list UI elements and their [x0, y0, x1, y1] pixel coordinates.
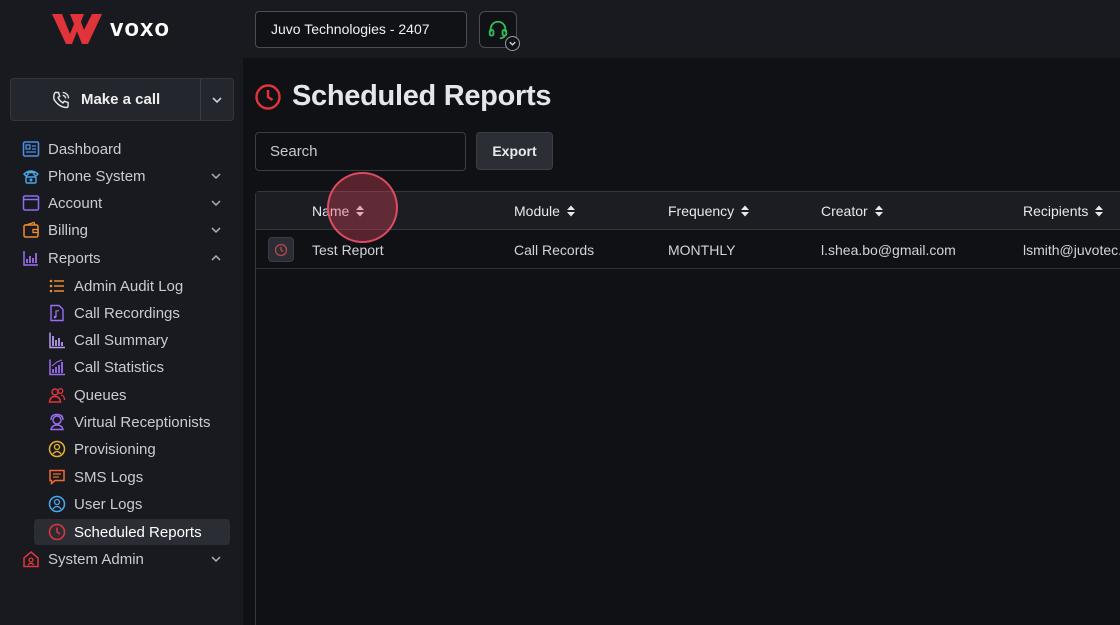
chevron-down-icon	[208, 551, 224, 567]
sidebar-item-label: Provisioning	[74, 440, 156, 458]
cell-frequency: MONTHLY	[668, 241, 736, 258]
headset-icon	[488, 20, 508, 39]
cell-recipients: lsmith@juvotec.	[1023, 241, 1120, 258]
column-header-recipients[interactable]: Recipients	[1023, 192, 1104, 230]
sort-icon[interactable]	[566, 204, 576, 218]
sidebar-item-admin-audit-log[interactable]: Admin Audit Log	[46, 273, 230, 299]
window-icon	[20, 192, 42, 214]
cell-name[interactable]: Test Report	[312, 230, 384, 269]
sidebar-item-virtual-receptionists[interactable]: Virtual Receptionists	[46, 409, 230, 435]
support-button[interactable]	[479, 11, 520, 51]
sidebar-item-dashboard[interactable]: Dashboard	[20, 136, 230, 162]
admin-house-icon	[20, 548, 42, 570]
sidebar-item-provisioning[interactable]: Provisioning	[46, 436, 230, 462]
user-circle-icon	[46, 493, 68, 515]
sidebar-item-billing[interactable]: Billing	[20, 217, 230, 243]
sidebar-item-label: Call Summary	[74, 331, 169, 349]
voxo-logo[interactable]: voxo	[50, 12, 170, 46]
reports-table: Name Module Frequency Creator Recipients…	[255, 191, 1120, 625]
wallet-icon	[20, 219, 42, 241]
sidebar-item-system-admin[interactable]: System Admin	[20, 546, 230, 572]
sidebar-item-label: Reports	[48, 249, 101, 267]
column-header-creator[interactable]: Creator	[821, 192, 884, 230]
sidebar-item-label: Account	[48, 194, 103, 212]
make-call-label: Make a call	[80, 91, 161, 108]
stats-icon	[46, 356, 68, 378]
phone-icon	[20, 165, 42, 187]
logo-text: voxo	[110, 15, 171, 42]
bar-chart-icon	[20, 247, 42, 269]
table-row[interactable]: Test Report Call Records MONTHLY l.shea.…	[256, 230, 1120, 269]
column-header-frequency[interactable]: Frequency	[668, 192, 750, 230]
sidebar-item-phone-system[interactable]: Phone System	[20, 163, 230, 189]
message-icon	[46, 466, 68, 488]
sort-icon[interactable]	[1094, 204, 1104, 218]
chevron-down-icon	[208, 168, 224, 184]
sidebar-item-label: System Admin	[48, 550, 144, 568]
provisioning-icon	[46, 438, 68, 460]
sidebar-item-label: SMS Logs	[74, 468, 144, 486]
sidebar-item-label: Call Recordings	[74, 304, 180, 322]
bars-icon	[46, 329, 68, 351]
sidebar-item-label: Call Statistics	[74, 358, 165, 376]
sidebar-item-queues[interactable]: Queues	[46, 382, 230, 408]
phone-call-icon	[53, 91, 70, 108]
sidebar-item-label: Admin Audit Log	[74, 277, 184, 295]
chevron-down-icon	[208, 195, 224, 211]
sidebar-item-user-logs[interactable]: User Logs	[46, 491, 230, 517]
search-input[interactable]	[255, 132, 466, 171]
sidebar-item-label: Scheduled Reports	[74, 523, 202, 541]
sidebar: Make a call Dashboard Phone System Accou…	[0, 58, 243, 625]
clock-icon	[255, 83, 281, 110]
make-call-button-group: Make a call	[10, 78, 234, 121]
sidebar-item-call-statistics[interactable]: Call Statistics	[46, 354, 230, 380]
cell-creator: l.shea.bo@gmail.com	[821, 241, 956, 258]
sidebar-item-label: Billing	[48, 221, 89, 239]
users-icon	[46, 384, 68, 406]
sidebar-item-sms-logs[interactable]: SMS Logs	[46, 464, 230, 490]
top-bar: voxo Juvo Technologies - 2407	[0, 0, 1120, 58]
sidebar-item-call-summary[interactable]: Call Summary	[46, 327, 230, 353]
clock-icon	[46, 521, 68, 543]
sort-icon[interactable]	[355, 204, 365, 218]
chevron-up-icon	[208, 250, 224, 266]
sidebar-item-label: Virtual Receptionists	[74, 413, 211, 431]
page-header: Scheduled Reports	[254, 80, 551, 113]
sidebar-item-call-recordings[interactable]: Call Recordings	[46, 300, 230, 326]
chevron-down-icon	[212, 96, 222, 103]
sidebar-item-account[interactable]: Account	[20, 190, 230, 216]
sort-icon[interactable]	[874, 204, 884, 218]
company-selector[interactable]: Juvo Technologies - 2407	[255, 11, 467, 48]
sidebar-item-label: Queues	[74, 386, 127, 404]
make-call-button[interactable]: Make a call	[11, 79, 200, 120]
export-button[interactable]: Export	[476, 132, 553, 170]
receptionist-icon	[46, 411, 68, 433]
sidebar-item-reports[interactable]: Reports	[20, 245, 230, 271]
sidebar-item-label: Dashboard	[48, 140, 122, 158]
sidebar-item-label: Phone System	[48, 167, 146, 185]
column-header-module[interactable]: Module	[514, 192, 576, 230]
chevron-down-icon	[208, 222, 224, 238]
clock-icon[interactable]	[268, 237, 294, 262]
dashboard-icon	[20, 138, 42, 160]
sort-icon[interactable]	[740, 204, 750, 218]
voxo-logo-mark-icon	[52, 14, 102, 44]
list-icon	[46, 275, 68, 297]
music-file-icon	[46, 302, 68, 324]
page-title: Scheduled Reports	[292, 80, 552, 112]
sidebar-item-scheduled-reports[interactable]: Scheduled Reports	[34, 519, 230, 545]
column-header-name[interactable]: Name	[312, 192, 365, 230]
cell-module: Call Records	[514, 241, 595, 258]
table-header: Name Module Frequency Creator Recipients	[256, 192, 1120, 230]
chevron-down-icon[interactable]	[505, 36, 520, 51]
make-call-dropdown[interactable]	[200, 79, 233, 120]
sidebar-item-label: User Logs	[74, 495, 143, 513]
